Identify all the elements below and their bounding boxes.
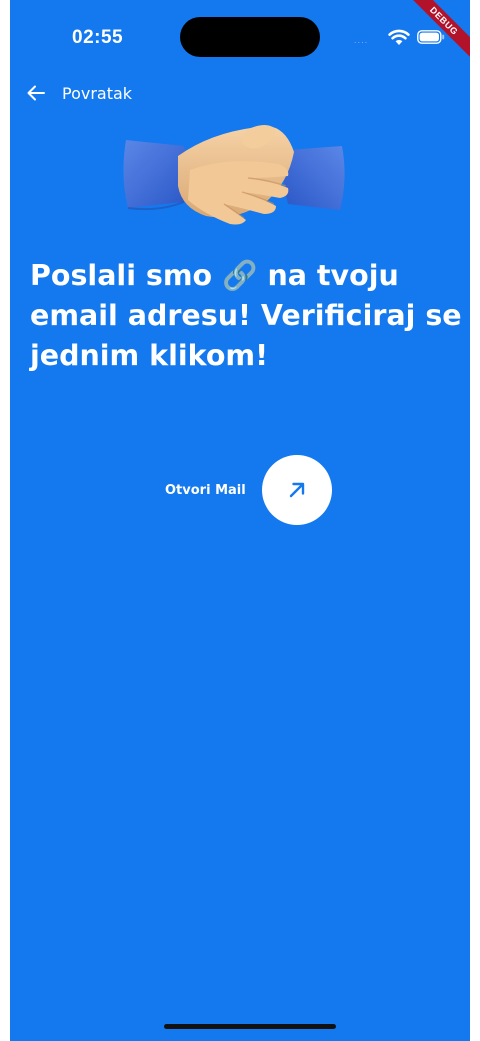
open-mail-label: Otvori Mail <box>165 482 246 498</box>
headline-line-3: jednim klikom! <box>30 339 269 372</box>
app-screen: 02:55 .... DEBUG Povratak Poslali smo 🔗 … <box>10 0 470 1041</box>
back-label: Povratak <box>62 83 133 103</box>
cellular-signal-icon: .... <box>354 36 369 45</box>
back-button[interactable]: Povratak <box>26 80 132 106</box>
arrow-up-right-icon <box>289 482 304 498</box>
headline-line-2: email adresu! Verificiraj se <box>30 299 462 332</box>
status-time: 02:55 <box>72 27 124 48</box>
open-mail-button[interactable] <box>261 455 332 525</box>
debug-label: DEBUG <box>403 0 470 62</box>
handshake-icon <box>123 125 345 225</box>
status-bar: 02:55 .... DEBUG <box>10 0 470 80</box>
open-mail-action: Otvori Mail <box>165 455 332 525</box>
home-indicator[interactable] <box>164 1024 336 1029</box>
arrow-left-icon <box>27 85 45 101</box>
page-headline: Poslali smo 🔗 na tvoju email adresu! Ver… <box>30 256 462 376</box>
dynamic-island <box>180 17 320 57</box>
debug-banner: DEBUG <box>400 0 470 70</box>
headline-line-1: Poslali smo 🔗 na tvoju <box>30 259 399 292</box>
